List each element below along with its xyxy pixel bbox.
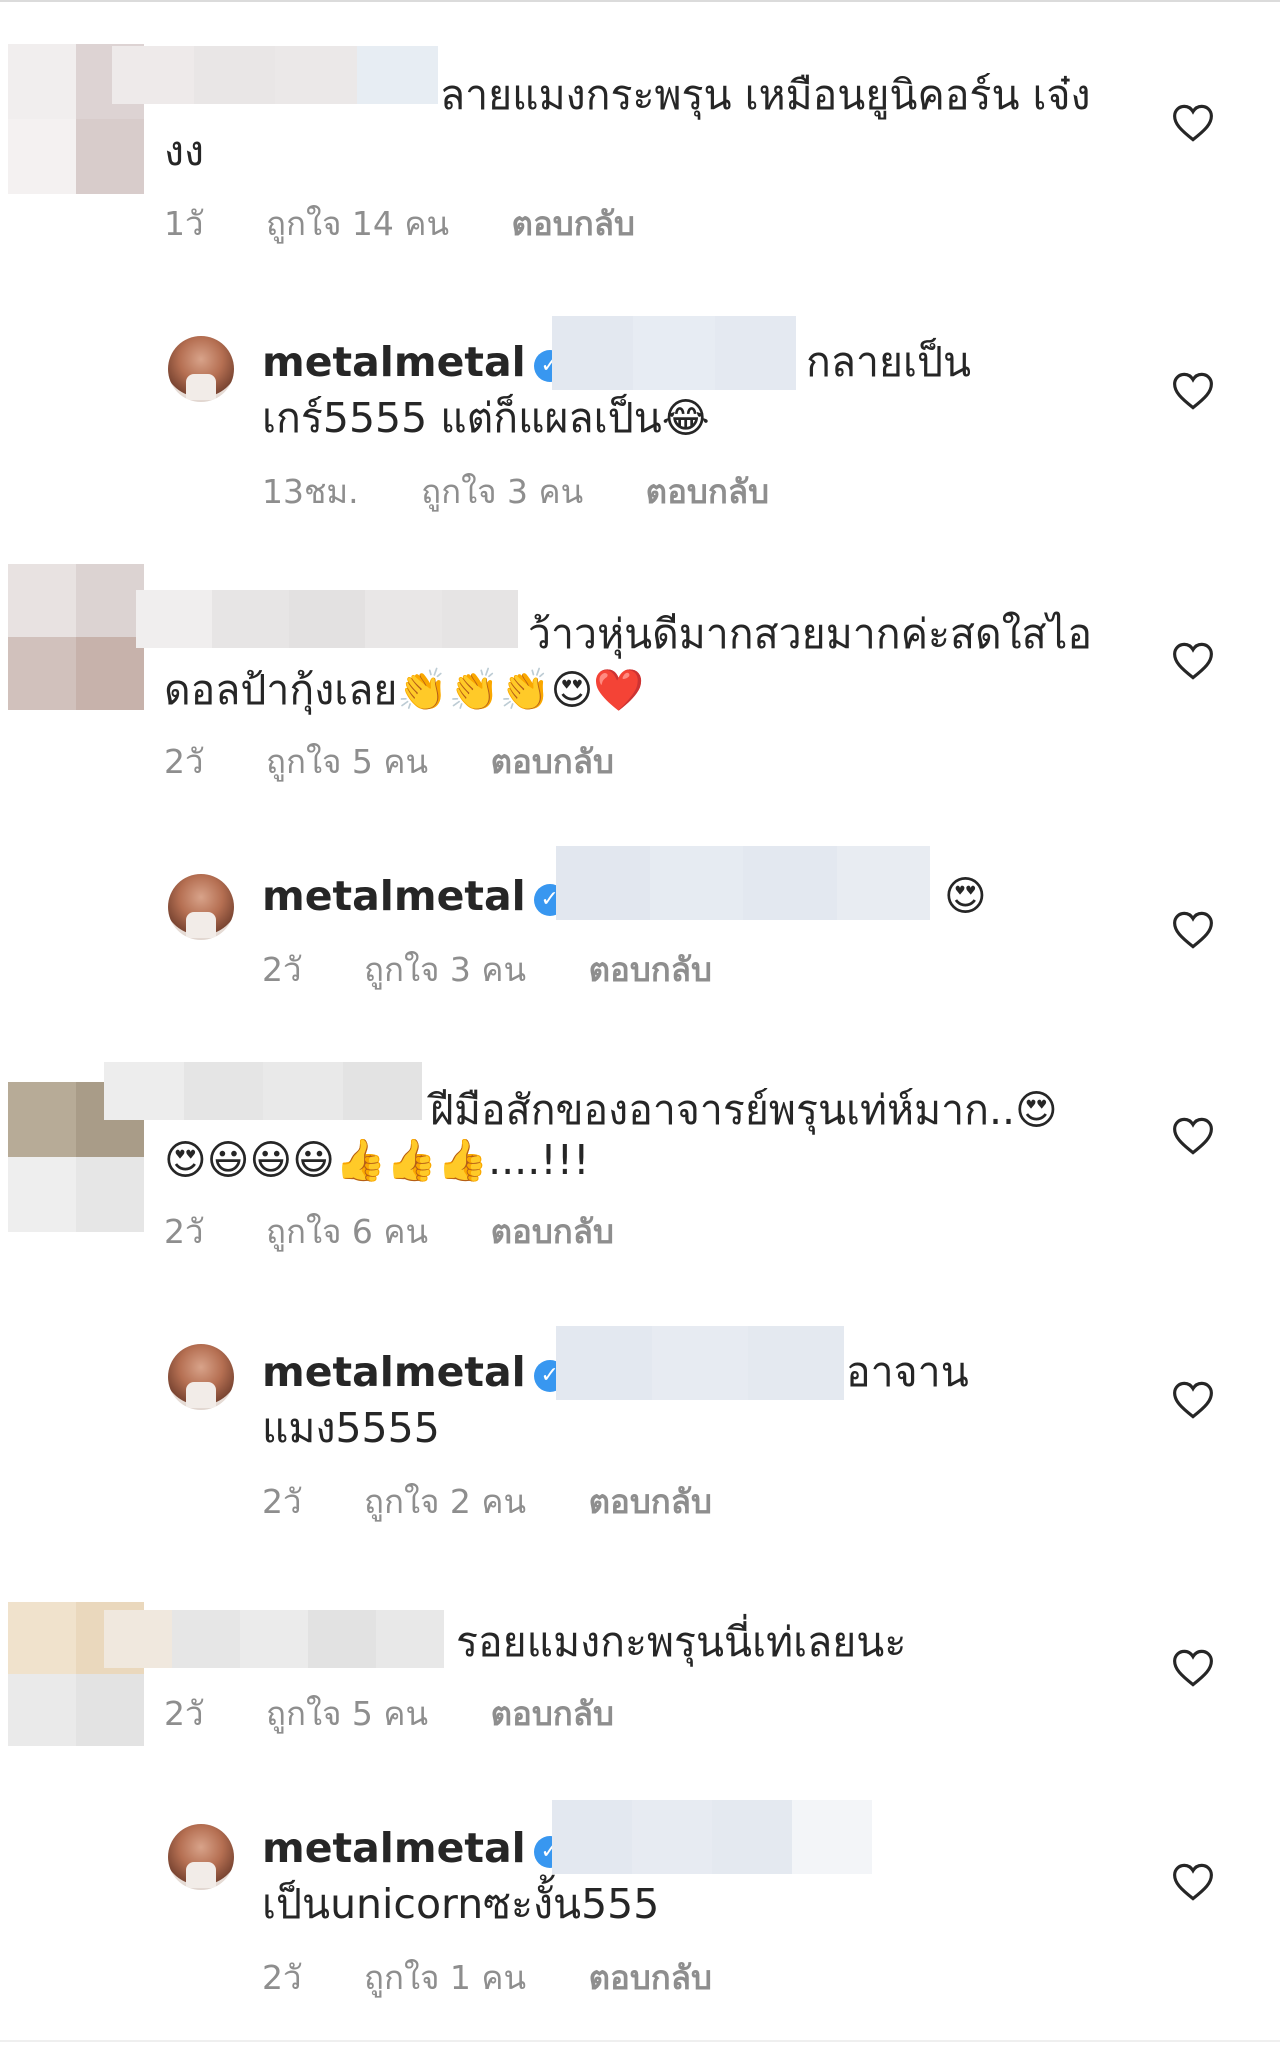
reply-button[interactable]: ตอบกลับ (491, 1212, 614, 1251)
comment-meta: 2วั ถูกใจ 1 คน ตอบกลับ (262, 1956, 764, 2000)
comment-text: รอยแมงกะพรุนนี่เท่เลยนะ (456, 1618, 907, 1666)
like-count[interactable]: ถูกใจ 5 คน (266, 1694, 428, 1733)
comment-text: ฝีมือสักของอาจารย์พรุนเท่ห์มาก..😍 (430, 1086, 1058, 1134)
comment-time[interactable]: 13ชม. (262, 472, 359, 511)
comment-time[interactable]: 2วั (262, 1958, 302, 1997)
comment-text: อาจาน (846, 1348, 969, 1396)
comment-time[interactable]: 2วั (164, 1212, 204, 1251)
comment-text: เป็นunicornซะงั้น555 (262, 1880, 660, 1928)
reply-button[interactable]: ตอบกลับ (646, 472, 769, 511)
comment-time[interactable]: 2วั (164, 742, 204, 781)
like-count[interactable]: ถูกใจ 3 คน (364, 950, 526, 989)
comment-header: metalmetal ✓ (262, 1344, 566, 1400)
username-blurred[interactable] (136, 590, 519, 648)
comment-meta: 2วั ถูกใจ 5 คน ตอบกลับ (164, 1692, 666, 1736)
heart-icon[interactable] (1172, 1648, 1214, 1688)
like-count[interactable]: ถูกใจ 3 คน (421, 472, 583, 511)
avatar[interactable] (168, 1824, 234, 1890)
comment-header: metalmetal ✓ (262, 1820, 566, 1876)
comments-page: ลายแมงกระพรุน เหมือนยูนิคอร์น เจ๋ง งง 1ว… (0, 0, 1280, 2045)
divider (0, 0, 1280, 2)
comment-time[interactable]: 2วั (164, 1694, 204, 1733)
comment-meta: 2วั ถูกใจ 2 คน ตอบกลับ (262, 1480, 764, 1524)
heart-icon[interactable] (1172, 641, 1214, 681)
like-count[interactable]: ถูกใจ 14 คน (266, 204, 449, 243)
heart-icon[interactable] (1172, 103, 1214, 143)
username[interactable]: metalmetal (262, 1824, 526, 1872)
username-blurred[interactable] (104, 1610, 444, 1668)
reply-button[interactable]: ตอบกลับ (589, 1482, 712, 1521)
heart-icon[interactable] (1172, 1380, 1214, 1420)
comment-meta: 1วั ถูกใจ 14 คน ตอบกลับ (164, 202, 687, 246)
comment-header: metalmetal ✓ (262, 868, 566, 924)
heart-icon[interactable] (1172, 1116, 1214, 1156)
like-count[interactable]: ถูกใจ 6 คน (266, 1212, 428, 1251)
comment-text: กลายเป็น (806, 338, 972, 386)
heart-icon[interactable] (1172, 371, 1214, 411)
reply-button[interactable]: ตอบกลับ (491, 1694, 614, 1733)
comment-text: ดอลป้ากุ้งเลย👏👏👏😍❤️ (164, 666, 645, 714)
avatar[interactable] (168, 336, 234, 402)
divider (0, 2040, 1280, 2042)
like-count[interactable]: ถูกใจ 5 คน (266, 742, 428, 781)
comment-time[interactable]: 2วั (262, 950, 302, 989)
comment-text: เกร์5555 แต่ก็แผลเป็น😂 (262, 394, 710, 442)
comment-meta: 2วั ถูกใจ 6 คน ตอบกลับ (164, 1210, 666, 1254)
comment-text: ลายแมงกระพรุน เหมือนยูนิคอร์น เจ๋ง (440, 71, 1091, 119)
reply-button[interactable]: ตอบกลับ (589, 950, 712, 989)
comment-time[interactable]: 2วั (262, 1482, 302, 1521)
username[interactable]: metalmetal (262, 338, 526, 386)
username[interactable]: metalmetal (262, 872, 526, 920)
comment-meta: 2วั ถูกใจ 5 คน ตอบกลับ (164, 740, 666, 784)
comment-text: 😍 (944, 872, 987, 920)
mention-blurred[interactable] (552, 316, 796, 390)
comment-text: แมง5555 (262, 1404, 440, 1452)
like-count[interactable]: ถูกใจ 2 คน (364, 1482, 526, 1521)
reply-button[interactable]: ตอบกลับ (589, 1958, 712, 1997)
avatar[interactable] (168, 874, 234, 940)
reply-button[interactable]: ตอบกลับ (512, 204, 635, 243)
mention-blurred[interactable] (556, 1326, 844, 1400)
comment-time[interactable]: 1วั (164, 204, 204, 243)
heart-icon[interactable] (1172, 910, 1214, 950)
comment-header: metalmetal ✓ (262, 334, 566, 390)
like-count[interactable]: ถูกใจ 1 คน (364, 1958, 526, 1997)
username[interactable]: metalmetal (262, 1348, 526, 1396)
avatar[interactable] (8, 564, 144, 710)
heart-icon[interactable] (1172, 1862, 1214, 1902)
comment-meta: 13ชม. ถูกใจ 3 คน ตอบกลับ (262, 470, 821, 514)
username-blurred[interactable] (104, 1062, 422, 1120)
comment-text: งง (164, 127, 205, 175)
mention-blurred[interactable] (552, 1800, 872, 1874)
mention-blurred[interactable] (556, 846, 930, 920)
comment-meta: 2วั ถูกใจ 3 คน ตอบกลับ (262, 948, 764, 992)
reply-button[interactable]: ตอบกลับ (491, 742, 614, 781)
username-blurred[interactable] (112, 46, 438, 104)
avatar[interactable] (168, 1344, 234, 1410)
comment-text: 😍😃😃😃👍👍👍....!!! (164, 1136, 590, 1184)
comment-text: ว้าวหุ่นดีมากสวยมากค่ะสดใสไอ (528, 610, 1092, 658)
